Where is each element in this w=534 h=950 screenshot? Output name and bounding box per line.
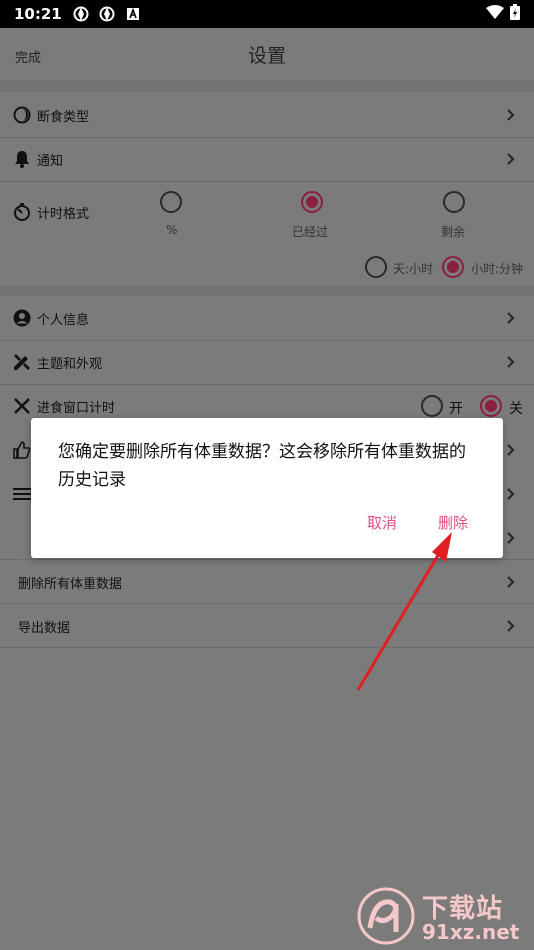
timer-format-percent-label: % [166,223,178,237]
delete-button[interactable]: 删除 [438,512,468,533]
unit-days-hours-label: 天:小时 [393,262,434,276]
row-divider [0,647,534,648]
chevron-right-icon [507,356,515,368]
timer-format-elapsed-radio[interactable] [301,191,323,213]
settings-row-personal-info[interactable]: 个人信息 [0,296,534,340]
unit-days-hours-radio[interactable] [365,256,387,278]
timer-format-elapsed-label: 已经过 [292,225,329,239]
settings-row-notifications[interactable]: 通知 [0,137,534,181]
settings-row-export[interactable]: 导出数据 [0,604,534,648]
eating-window-off-label: 关 [509,401,523,417]
design-tools-icon [12,352,32,372]
page-title: 设置 [247,45,286,67]
chevron-right-icon [507,312,515,324]
watermark: 下载站 91xz.net [356,886,528,946]
chevron-right-icon [507,576,515,588]
unit-hours-minutes-label: 小时:分钟 [471,262,524,276]
utensils-icon [12,396,32,416]
timer-format-remaining-radio[interactable] [443,191,465,213]
confirm-dialog: 您确定要删除所有体重数据？这会移除所有体重数据的历史记录 取消 删除 [31,418,503,558]
app-notification-icon [124,5,142,23]
personal-info-label: 个人信息 [37,312,90,328]
status-time: 10:21 [14,5,62,23]
eating-window-off-radio[interactable] [480,395,502,417]
timer-icon [12,202,32,222]
eating-window-on-radio[interactable] [421,395,443,417]
watermark-logo-icon [357,887,415,945]
battery-icon [510,4,520,24]
chevron-right-icon [507,153,515,165]
chevron-right-icon [507,532,515,544]
eating-window-label: 进食窗口计时 [37,400,116,416]
theme-label: 主题和外观 [37,356,103,372]
notifications-label: 通知 [37,153,64,169]
app-header: 完成 设置 [0,28,534,80]
delete-weight-label: 删除所有体重数据 [18,576,123,592]
export-data-label: 导出数据 [18,620,71,636]
chevron-right-icon [507,109,515,121]
timer-format-remaining-label: 剩余 [441,225,466,239]
watermark-url: 91xz.net [422,920,520,944]
half-moon-icon [12,105,32,125]
settings-row-fasting-type[interactable]: 断食类型 [0,93,534,137]
timer-format-percent-radio[interactable] [160,191,182,213]
section-divider [0,80,534,92]
menu-icon [12,484,32,504]
sync-icon-2 [98,5,116,23]
fasting-type-label: 断食类型 [37,109,90,125]
settings-row-theme[interactable]: 主题和外观 [0,340,534,384]
eating-window-on-label: 开 [449,401,463,417]
unit-hours-minutes-radio[interactable] [442,256,464,278]
bell-icon [12,149,32,169]
chevron-right-icon [507,488,515,500]
thumbs-up-icon [12,440,32,460]
sync-icon [72,5,90,23]
status-bar: 10:21 [0,0,534,28]
chevron-right-icon [507,620,515,632]
wifi-icon [486,5,504,23]
dialog-message: 您确定要删除所有体重数据？这会移除所有体重数据的历史记录 [58,442,466,490]
user-circle-icon [12,308,32,328]
cancel-button[interactable]: 取消 [367,512,397,533]
section-divider [0,286,534,296]
row-divider [0,181,534,182]
timer-format-label: 计时格式 [37,206,90,222]
settings-row-delete-weight[interactable]: 删除所有体重数据 [0,560,534,604]
chevron-right-icon [507,444,515,456]
